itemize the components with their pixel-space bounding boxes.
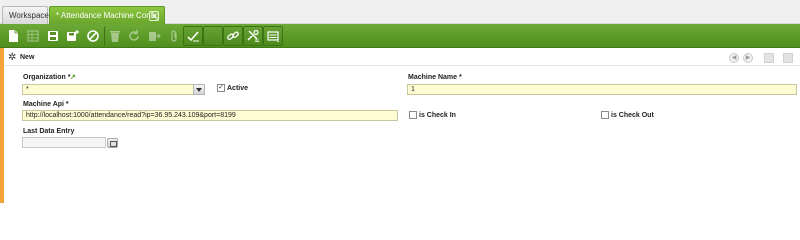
machine-api-field[interactable]: http://localhost:1000/attendance/read?ip…	[22, 110, 398, 121]
link-button[interactable]	[223, 26, 243, 46]
settings-icon	[247, 29, 259, 42]
left-accent-strip	[0, 48, 4, 203]
organization-field[interactable]: *	[22, 84, 204, 95]
refresh-button[interactable]	[124, 26, 144, 46]
organization-label-text: Organization *	[23, 74, 71, 81]
is-check-in-label: is Check In	[419, 112, 456, 119]
export-button[interactable]	[144, 26, 164, 46]
chevron-down-icon	[196, 87, 202, 92]
tab-workspace[interactable]: Workspace	[2, 6, 49, 24]
grid-toggle-icon	[27, 30, 39, 42]
toolbar-blank-button[interactable]	[203, 26, 223, 46]
active-label: Active	[227, 85, 249, 92]
close-icon[interactable]: ✕	[149, 11, 159, 21]
more-menu-button[interactable]	[263, 26, 283, 46]
attachment-button[interactable]	[164, 26, 184, 46]
is-check-in-checkbox[interactable]	[409, 111, 417, 119]
last-data-entry-label: Last Data Entry	[23, 128, 75, 135]
new-record-button[interactable]	[3, 26, 23, 46]
new-star-icon: ✲	[8, 52, 17, 63]
zoom-arrow-icon[interactable]: ↗	[70, 73, 76, 81]
new-record-icon	[9, 30, 18, 42]
undo-button[interactable]	[83, 26, 103, 46]
machine-api-label: Machine Api *	[23, 101, 69, 108]
delete-button[interactable]	[104, 26, 124, 46]
save-icon	[48, 31, 58, 41]
is-check-out-checkbox[interactable]	[601, 111, 609, 119]
grid-toggle-button[interactable]	[23, 26, 43, 46]
last-data-entry-field[interactable]	[22, 137, 106, 148]
undo-icon	[87, 30, 99, 42]
tab-label: * Attendance Machine Config	[56, 11, 160, 20]
active-checkbox[interactable]: ✓	[217, 84, 225, 92]
save-button[interactable]	[43, 26, 63, 46]
tab-attendance-machine-config[interactable]: * Attendance Machine Config ✕	[49, 6, 165, 24]
settings-button[interactable]	[243, 26, 263, 46]
record-header: ✲ New ◀ ▶	[4, 52, 800, 66]
detail-view-icon[interactable]	[764, 53, 774, 63]
save-and-new-icon	[67, 30, 79, 41]
link-icon	[227, 31, 239, 40]
organization-dropdown-button[interactable]	[193, 84, 205, 95]
previous-record-icon[interactable]: ◀	[729, 53, 739, 63]
grid-view-icon[interactable]	[783, 53, 793, 63]
refresh-icon	[129, 30, 139, 41]
tab-bar: Workspace * Attendance Machine Config ✕	[0, 0, 800, 24]
export-icon	[149, 32, 161, 41]
save-and-new-button[interactable]	[63, 26, 83, 46]
delete-icon	[109, 31, 120, 42]
toolbar	[0, 24, 800, 48]
process-icon	[187, 31, 199, 42]
attachment-icon	[171, 30, 177, 42]
machine-name-label: Machine Name *	[408, 74, 462, 81]
record-status-label: New	[20, 54, 35, 61]
more-menu-icon	[267, 31, 279, 43]
organization-label: Organization *	[23, 74, 70, 81]
is-check-out-label: is Check Out	[611, 112, 654, 119]
calendar-icon[interactable]	[107, 138, 118, 148]
next-record-icon[interactable]: ▶	[743, 53, 753, 63]
process-button[interactable]	[183, 26, 203, 46]
machine-name-field[interactable]: 1	[407, 84, 797, 95]
